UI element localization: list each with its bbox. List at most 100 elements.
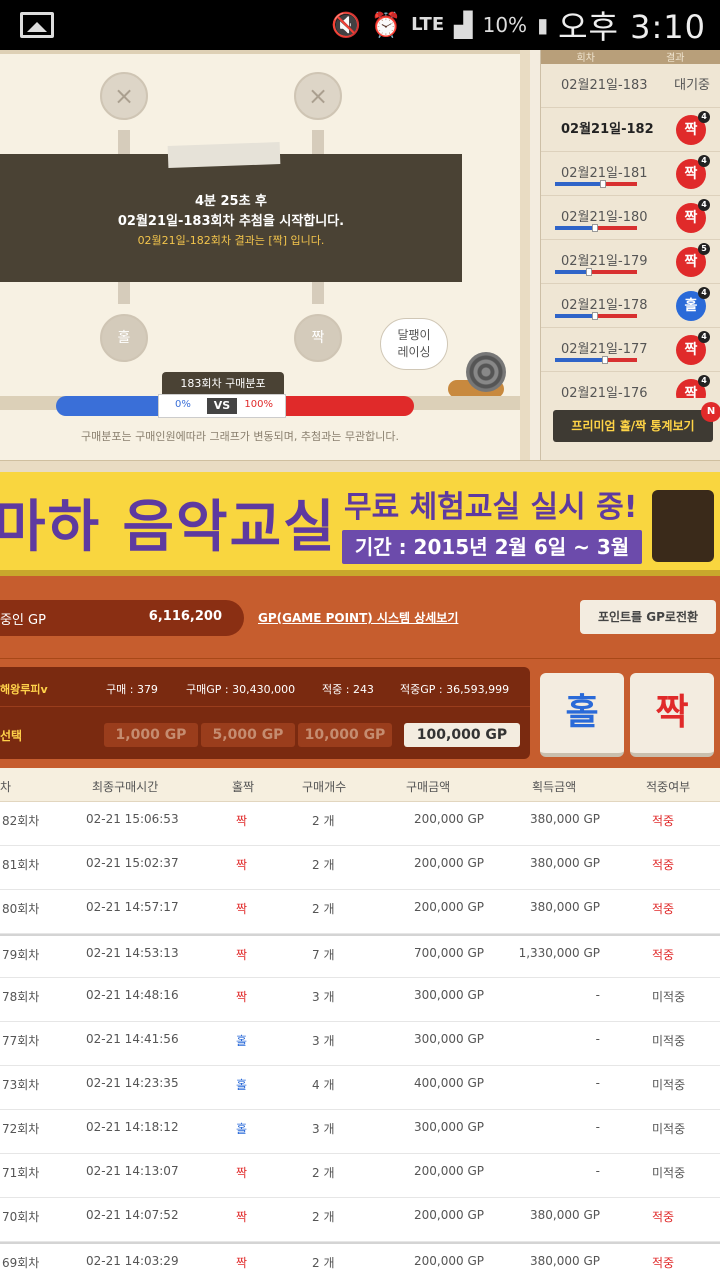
bet-stats-row: 해왕루피v 구매 : 379 구매GP : 30,430,000 적중 : 24… — [0, 667, 530, 707]
chip-100000[interactable]: 100,000 GP — [404, 723, 520, 747]
premium-stats-label: 프리미엄 홀/짝 통계보기 — [571, 419, 695, 433]
table-cell: 2 개 — [312, 1166, 335, 1180]
table-cell: 200,000 GP — [414, 1208, 484, 1222]
table-row: 79회차 02-21 14:53:13 짝 7 개 700,000 GP 1,330,00… — [0, 934, 720, 978]
premium-stats-button[interactable]: 프리미엄 홀/짝 통계보기 N — [553, 402, 720, 442]
table-row: 80회차 02-21 14:57:17 짝 2 개 200,000 GP 380,000 … — [0, 890, 720, 934]
snail-bubble: 달팽이 레이싱 — [380, 318, 448, 370]
gp-detail-link[interactable]: GP(GAME POINT) 시스템 상세보기 — [258, 609, 458, 626]
table-cell: - — [595, 988, 600, 1002]
chip-5000[interactable]: 5,000 GP — [201, 723, 295, 747]
slot-jjak: 짝 — [294, 314, 342, 362]
table-cell: 380,000 GP — [530, 900, 600, 914]
new-badge: N — [701, 402, 720, 422]
table-cell: 380,000 GP — [530, 1254, 600, 1268]
notice-countdown: 4분 25초 후 — [194, 194, 268, 209]
username: 해왕루피v — [0, 683, 48, 696]
pipe — [118, 130, 130, 154]
table-cell: 3 개 — [312, 990, 335, 1004]
table-cell: - — [595, 1120, 600, 1134]
gallery-icon — [20, 12, 54, 38]
round-list-header: 회차 결과 — [541, 50, 720, 64]
table-row: 78회차 02-21 14:48:16 짝 3 개 300,000 GP - 미적중 — [0, 978, 720, 1022]
table-cell: 짝 — [236, 990, 248, 1004]
hol-distribution-bar — [56, 396, 158, 416]
table-cell: 짝 — [236, 1210, 248, 1224]
snail-label-1: 달팽이 — [397, 328, 431, 342]
col-round: 차 — [0, 780, 12, 794]
hit-count: 적중 : 243 — [322, 683, 374, 696]
table-cell: 2 개 — [312, 902, 335, 916]
notice-result: 02월21일-182회차 결과는 [짝] 입니다. — [137, 234, 325, 247]
table-cell: 짝 — [236, 902, 248, 916]
ad-banner[interactable]: 마하 음악교실 무료 체험교실 실시 중! 기간 : 2015년 2월 6일 ~… — [0, 472, 720, 576]
table-cell: 79회차 — [2, 948, 40, 962]
table-cell: 02-21 14:18:12 — [86, 1120, 179, 1134]
round-row-176[interactable]: 02월21일-176 짝4 — [541, 372, 720, 398]
distribution-title: 183회차 구매분포 — [162, 372, 284, 396]
result-ball-jjak: 짝4 — [676, 331, 710, 365]
pipe — [312, 282, 324, 304]
table-cell: 1,330,000 GP — [518, 946, 600, 960]
table-cell: 미적중 — [652, 1078, 686, 1092]
chip-1000[interactable]: 1,000 GP — [104, 723, 198, 747]
table-cell: 400,000 GP — [414, 1076, 484, 1090]
gp-label: 중인 GP — [0, 613, 46, 628]
table-cell: 02-21 15:02:37 — [86, 856, 179, 870]
round-label: 02월21일-182 — [561, 122, 654, 137]
table-cell: 7 개 — [312, 948, 335, 962]
round-row-183[interactable]: 02월21일-183 대기중 — [541, 64, 720, 108]
banner-period: 기간 : 2015년 2월 6일 ~ 3월 14일 — [342, 530, 642, 576]
col-amount: 구매금액 — [406, 780, 451, 794]
chip-10000[interactable]: 10,000 GP — [298, 723, 392, 747]
table-row: 70회차 02-21 14:07:52 짝 2 개 200,000 GP 380,000 … — [0, 1198, 720, 1242]
table-cell: 200,000 GP — [414, 900, 484, 914]
result-ball-hol: 홀4 — [676, 287, 710, 321]
table-cell: 적중 — [652, 1256, 675, 1270]
alarm-icon: ⏰ — [371, 11, 402, 39]
table-cell: 02-21 14:23:35 — [86, 1076, 179, 1090]
draw-notice: 4분 25초 후 02월21일-183회차 추첨을 시작합니다. 02월21일-… — [0, 142, 462, 282]
table-cell: 700,000 GP — [414, 946, 484, 960]
bet-hol-button[interactable]: 홀 — [540, 673, 624, 757]
result-ball-jjak: 짝5 — [676, 243, 710, 277]
round-row-180[interactable]: 02월21일-180 짝4 — [541, 196, 720, 240]
round-row-182[interactable]: 02월21일-182 짝4 — [541, 108, 720, 152]
table-cell: 3 개 — [312, 1034, 335, 1048]
round-row-177[interactable]: 02월21일-177 짝4 — [541, 328, 720, 372]
col-earned: 획득금액 — [532, 780, 577, 794]
table-cell: 3 개 — [312, 1122, 335, 1136]
table-cell: 적중 — [652, 1210, 675, 1224]
table-cell: 2 개 — [312, 858, 335, 872]
table-cell: 홀 — [236, 1078, 248, 1092]
table-cell: 홀 — [236, 1034, 248, 1048]
round-row-178[interactable]: 02월21일-178 홀4 — [541, 284, 720, 328]
buy-count: 구매 : 379 — [106, 683, 158, 696]
battery-percent: 10% — [482, 13, 528, 37]
round-status: 대기중 — [674, 78, 710, 93]
table-cell: 미적중 — [652, 1034, 686, 1048]
clock: 오후 3:10 — [558, 8, 706, 46]
vs-badge: VS — [207, 398, 237, 414]
table-cell: 72회차 — [2, 1122, 40, 1136]
table-cell: 77회차 — [2, 1034, 40, 1048]
round-label: 02월21일-178 — [561, 298, 648, 313]
table-cell: 적중 — [652, 814, 675, 828]
table-cell: 80회차 — [2, 902, 40, 916]
table-row: 71회차 02-21 14:13:07 짝 2 개 200,000 GP - 미적중 — [0, 1154, 720, 1198]
round-row-181[interactable]: 02월21일-181 짝4 — [541, 152, 720, 196]
table-cell: 200,000 GP — [414, 856, 484, 870]
round-label: 02월21일-180 — [561, 210, 648, 225]
col-count: 구매개수 — [302, 780, 347, 794]
table-cell: 02-21 15:06:53 — [86, 812, 179, 826]
round-row-179[interactable]: 02월21일-179 짝5 — [541, 240, 720, 284]
bet-jjak-button[interactable]: 짝 — [630, 673, 714, 757]
round-list[interactable]: 회차 결과 02월21일-183 대기중 02월21일-182 짝4 02월21… — [540, 50, 720, 460]
slot-top-right: × — [294, 72, 342, 120]
mute-icon: 🔇 — [331, 11, 362, 39]
table-cell: 380,000 GP — [530, 1208, 600, 1222]
table-cell: 02-21 14:07:52 — [86, 1208, 179, 1222]
table-cell: 홀 — [236, 1122, 248, 1136]
convert-gp-button[interactable]: 포인트를 GP로전환 — [580, 600, 716, 634]
round-label: 02월21일-179 — [561, 254, 648, 269]
